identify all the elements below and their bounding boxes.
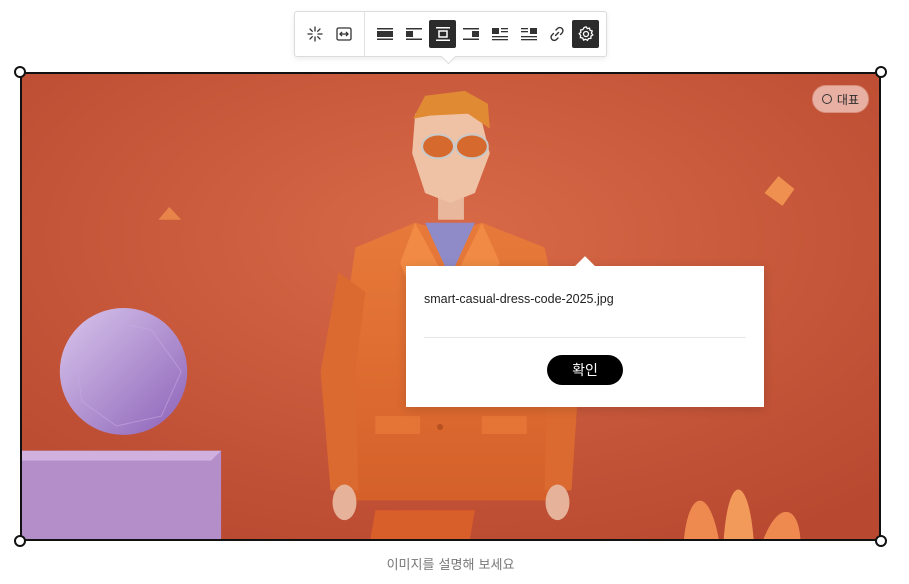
align-left-icon [406, 28, 423, 40]
full-width-button[interactable] [372, 20, 399, 48]
align-right-icon [463, 28, 480, 40]
align-right-button[interactable] [458, 20, 485, 48]
settings-button[interactable] [572, 20, 600, 48]
representative-badge-label: 대표 [836, 92, 859, 107]
confirm-button[interactable]: 확인 [547, 355, 623, 385]
wrap-right-button[interactable] [515, 20, 542, 48]
image-caption-placeholder[interactable]: 이미지를 설명해 보세요 [0, 554, 901, 573]
radio-circle-icon [821, 94, 832, 104]
align-center-button[interactable] [429, 20, 456, 48]
link-icon [550, 26, 564, 42]
wrap-left-icon [491, 28, 508, 41]
editor-stage: 대표 확인 이미지를 설명해 보세요 [0, 0, 909, 584]
image-toolbar [294, 11, 607, 57]
filename-input[interactable] [424, 288, 746, 310]
ai-sparkle-button[interactable] [302, 20, 329, 48]
image-settings-popover: 확인 [406, 266, 764, 407]
resize-handle-bottom-right[interactable] [875, 535, 887, 547]
settings-icon [578, 26, 594, 42]
resize-handle-top-right[interactable] [875, 66, 887, 78]
wrap-left-button[interactable] [487, 20, 514, 48]
input-underline [424, 337, 746, 338]
fit-width-button[interactable] [331, 20, 358, 48]
align-center-icon [435, 27, 450, 41]
representative-badge[interactable]: 대표 [811, 85, 869, 113]
toolbar-divider [364, 11, 366, 57]
align-left-button[interactable] [401, 20, 428, 48]
link-button[interactable] [544, 20, 571, 48]
resize-handle-bottom-left[interactable] [14, 535, 26, 547]
resize-handle-top-left[interactable] [14, 66, 26, 78]
wrap-right-icon [520, 28, 537, 41]
full-width-icon [377, 28, 394, 40]
sparkle-icon [307, 26, 323, 42]
fit-width-icon [336, 27, 352, 41]
